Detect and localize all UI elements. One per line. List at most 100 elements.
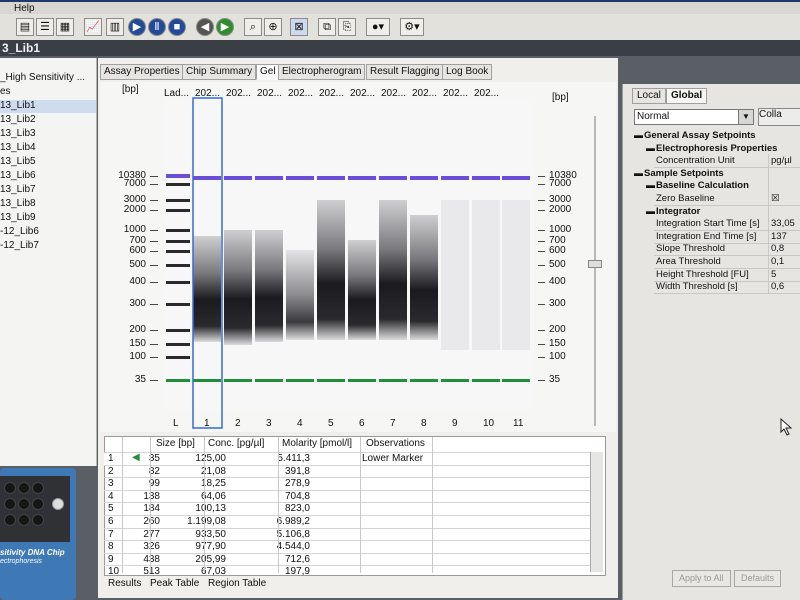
table-cell-n: 5 bbox=[108, 503, 114, 515]
contrast-slider-thumb[interactable] bbox=[588, 260, 602, 268]
sample-smear bbox=[286, 250, 314, 340]
table-row[interactable] bbox=[104, 515, 590, 528]
setpoint-label: General Assay Setpoints bbox=[644, 130, 756, 141]
setpoint-value[interactable]: 33,05 bbox=[771, 218, 795, 229]
setpoint-value[interactable]: ☒ bbox=[771, 193, 780, 204]
ladder-band bbox=[166, 240, 190, 243]
table-cell-conc: 977,90 bbox=[195, 541, 226, 553]
table-cell-mol: 5.411,3 bbox=[277, 453, 310, 464]
collapse-toggle-icon[interactable]: ▬ bbox=[646, 143, 655, 153]
setpoint-value[interactable]: 0,1 bbox=[771, 256, 784, 267]
ladder-band bbox=[166, 183, 190, 186]
marker-arrow-icon: ◀ bbox=[132, 452, 140, 463]
sample-smear bbox=[224, 230, 252, 345]
col-header-size[interactable]: Size [bp] bbox=[156, 438, 195, 449]
sample-smear bbox=[348, 240, 376, 340]
collapse-button[interactable]: Colla bbox=[758, 108, 800, 126]
lower-marker-band bbox=[441, 379, 469, 382]
collapse-toggle-icon[interactable]: ▬ bbox=[634, 168, 643, 178]
upper-marker-band bbox=[441, 176, 469, 180]
setpoint-value[interactable]: 137 bbox=[771, 231, 787, 242]
collapse-toggle-icon[interactable]: ▬ bbox=[646, 180, 655, 190]
table-scrollbar[interactable] bbox=[590, 452, 603, 572]
table-cell-size: 438 bbox=[143, 553, 160, 565]
upper-marker-band bbox=[410, 176, 438, 180]
upper-marker-band bbox=[502, 176, 530, 180]
setpoint-label: Integration End Time [s] bbox=[656, 230, 757, 242]
table-cell-size: 260 bbox=[143, 516, 160, 527]
collapse-toggle-icon[interactable]: ▬ bbox=[634, 130, 643, 140]
lower-marker-band bbox=[255, 379, 283, 382]
lower-marker-band bbox=[502, 379, 530, 382]
sample-smear bbox=[193, 236, 221, 342]
sample-smear bbox=[502, 200, 530, 350]
sample-smear bbox=[472, 200, 500, 350]
table-cell-n: 7 bbox=[108, 528, 114, 540]
tab-global[interactable]: Global bbox=[666, 88, 708, 104]
tab-peak-table[interactable]: Peak Table bbox=[150, 578, 199, 589]
mode-select[interactable]: Normal bbox=[634, 109, 754, 125]
table-cell-conc: 1.199,08 bbox=[187, 516, 226, 527]
upper-marker-band bbox=[472, 176, 500, 180]
table-cell-size: 277 bbox=[143, 528, 160, 540]
setpoint-label: Height Threshold [FU] bbox=[656, 268, 749, 280]
table-cell-conc: 64,06 bbox=[200, 490, 226, 502]
lower-marker-band bbox=[166, 379, 190, 382]
table-row[interactable] bbox=[104, 464, 590, 478]
table-grid-line bbox=[122, 437, 123, 573]
setpoint-label: Area Threshold bbox=[656, 256, 721, 267]
table-row[interactable] bbox=[104, 527, 590, 541]
setpoint-value[interactable]: 5 bbox=[771, 269, 776, 280]
collapse-toggle-icon[interactable]: ▬ bbox=[646, 206, 655, 216]
setpoint-row-line bbox=[654, 293, 800, 295]
tab-results[interactable]: Results bbox=[108, 578, 141, 589]
defaults-button[interactable]: Defaults bbox=[734, 570, 782, 587]
table-row[interactable] bbox=[104, 477, 590, 490]
table-cell-n: 4 bbox=[108, 490, 114, 502]
table-row[interactable] bbox=[104, 502, 590, 515]
apply-to-all-button[interactable]: Apply to All bbox=[672, 570, 731, 587]
table-cell-mol: 197,9 bbox=[284, 566, 310, 578]
chevron-down-icon[interactable]: ▼ bbox=[738, 109, 754, 125]
setpoint-label: Integrator bbox=[656, 205, 701, 217]
table-cell-conc: 100,13 bbox=[195, 503, 226, 515]
setpoint-label: Zero Baseline bbox=[656, 193, 715, 204]
table-cell-n: 6 bbox=[108, 516, 114, 527]
upper-marker-band bbox=[193, 176, 221, 180]
table-cell-mol: 712,6 bbox=[284, 553, 310, 565]
mouse-cursor-icon bbox=[780, 418, 793, 436]
table-row[interactable] bbox=[104, 540, 590, 553]
ladder-band bbox=[166, 329, 190, 332]
table-row[interactable] bbox=[104, 489, 590, 503]
table-cell-n: 1 bbox=[108, 453, 114, 464]
col-header-observations[interactable]: Observations bbox=[366, 438, 425, 449]
setpoint-value[interactable]: 0,8 bbox=[771, 243, 784, 254]
sample-smear bbox=[255, 230, 283, 342]
table-row[interactable] bbox=[104, 565, 590, 578]
col-header-molarity[interactable]: Molarity [pmol/l] bbox=[282, 438, 352, 449]
contrast-slider-track[interactable] bbox=[594, 116, 596, 426]
table-row[interactable] bbox=[104, 552, 590, 566]
table-grid-line bbox=[432, 437, 433, 573]
setpoint-label: Integration Start Time [s] bbox=[656, 218, 760, 230]
tab-region-table[interactable]: Region Table bbox=[208, 578, 266, 589]
lower-marker-band bbox=[379, 379, 407, 382]
setpoint-label: Sample Setpoints bbox=[644, 167, 724, 179]
table-cell-n: 2 bbox=[108, 465, 114, 477]
table-cell-n: 10 bbox=[108, 566, 120, 578]
table-cell-conc: 933,50 bbox=[195, 528, 226, 540]
table-cell-mol: 6.989,2 bbox=[276, 516, 310, 527]
setpoint-value[interactable]: 0,6 bbox=[771, 281, 784, 292]
ladder-band bbox=[166, 209, 190, 212]
upper-marker-band bbox=[317, 176, 345, 180]
table-grid-line bbox=[204, 437, 205, 573]
tab-local[interactable]: Local bbox=[632, 88, 666, 104]
table-cell-mol: 704,8 bbox=[284, 490, 310, 502]
setpoint-label: Baseline Calculation bbox=[656, 180, 749, 192]
setpoint-value[interactable]: pg/µl bbox=[771, 155, 792, 166]
lower-marker-band bbox=[348, 379, 376, 382]
table-cell-conc: 67,03 bbox=[200, 566, 226, 578]
col-header-conc[interactable]: Conc. [pg/µl] bbox=[208, 438, 264, 449]
table-row[interactable] bbox=[104, 452, 590, 465]
upper-marker-band bbox=[224, 176, 252, 180]
